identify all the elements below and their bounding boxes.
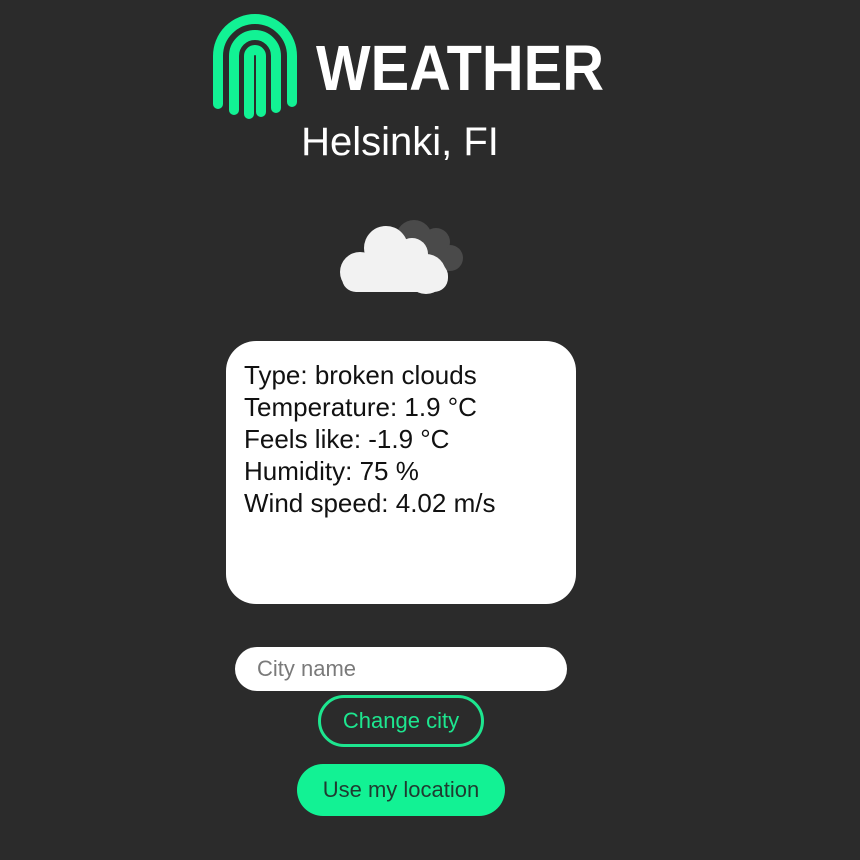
- weather-wind-speed: Wind speed: 4.02 m/s: [244, 488, 496, 518]
- logo-wordmark: WEATHER: [316, 34, 604, 104]
- logo-word-text: WEATHER: [316, 34, 604, 104]
- city-title: Helsinki, FI: [301, 120, 499, 164]
- weather-type: Type: broken clouds: [244, 360, 477, 390]
- broken-clouds-icon: [340, 220, 463, 294]
- fingerprint-logo-icon: [213, 14, 297, 119]
- city-name-input[interactable]: [235, 647, 567, 691]
- weather-app: WEATHER Helsinki, FI Type: broken clouds…: [0, 0, 860, 860]
- change-city-button[interactable]: Change city: [318, 695, 484, 747]
- use-my-location-button[interactable]: Use my location: [297, 764, 505, 816]
- weather-feels-like: Feels like: -1.9 °C: [244, 424, 450, 454]
- weather-details-card: Type: broken clouds Temperature: 1.9 °C …: [226, 341, 576, 604]
- weather-temperature: Temperature: 1.9 °C: [244, 392, 477, 422]
- weather-humidity: Humidity: 75 %: [244, 456, 419, 486]
- app-logo: WEATHER: [212, 12, 612, 122]
